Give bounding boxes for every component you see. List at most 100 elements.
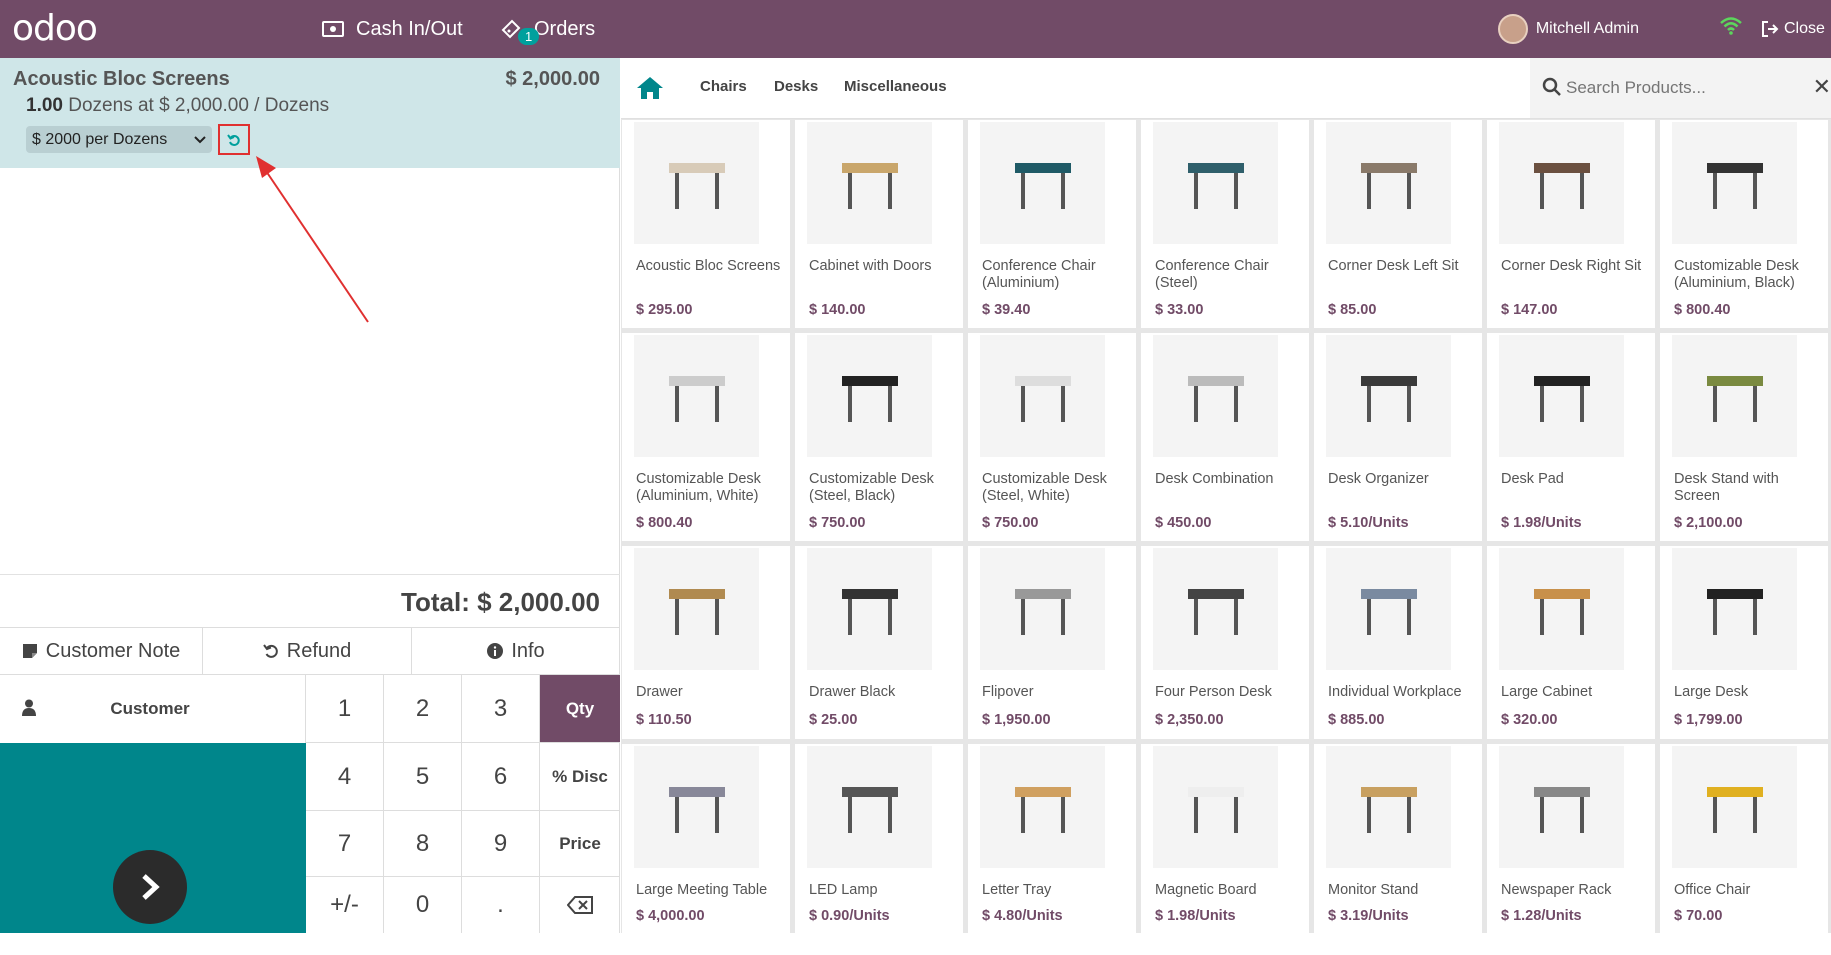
product-name: Large Desk	[1674, 684, 1749, 700]
price-mode-button[interactable]: Price	[540, 811, 620, 877]
close-button[interactable]: Close	[1761, 0, 1831, 58]
product-card[interactable]: Customizable Desk (Aluminium, White) $ 80…	[622, 333, 790, 541]
product-card[interactable]: Customizable Desk (Steel, Black) $ 750.00	[795, 333, 963, 541]
category-chairs[interactable]: Chairs	[700, 78, 747, 95]
product-card[interactable]: Large Meeting Table $ 4,000.00	[622, 744, 790, 933]
home-icon[interactable]	[636, 76, 664, 105]
backspace-button[interactable]	[540, 877, 620, 933]
product-price: $ 750.00	[982, 515, 1039, 531]
order-summary: Total: $ 2,000.00	[0, 574, 620, 627]
info-button[interactable]: Info	[412, 628, 620, 674]
product-price: $ 1.28/Units	[1501, 908, 1582, 924]
desk-icon	[1153, 335, 1278, 457]
product-price: $ 800.40	[636, 515, 693, 531]
category-miscellaneous[interactable]: Miscellaneous	[844, 78, 947, 95]
product-card[interactable]: Conference Chair (Aluminium) $ 39.40	[968, 120, 1136, 328]
product-price: $ 2,100.00	[1674, 515, 1743, 531]
discount-mode-button[interactable]: % Disc	[540, 743, 620, 811]
note-icon	[22, 643, 38, 659]
product-card[interactable]: Monitor Stand $ 3.19/Units	[1314, 744, 1482, 933]
qty-mode-button[interactable]: Qty	[540, 675, 620, 743]
refund-button[interactable]: Refund	[203, 628, 412, 674]
product-card[interactable]: Corner Desk Left Sit $ 85.00	[1314, 120, 1482, 328]
stand-icon	[1326, 746, 1451, 868]
product-price: $ 33.00	[1155, 302, 1204, 318]
undo-icon	[262, 643, 279, 659]
top-bar: odoo Cash In/Out 1 Orders Mitchell Admin…	[0, 0, 1831, 58]
search-input[interactable]	[1566, 72, 1796, 104]
product-card[interactable]: Desk Pad $ 1.98/Units	[1487, 333, 1655, 541]
product-card[interactable]: Office Chair $ 70.00	[1660, 744, 1828, 933]
numpad-key-9[interactable]: 9	[462, 811, 540, 877]
order-line[interactable]: Acoustic Bloc Screens $ 2,000.00 1.00 Do…	[0, 58, 620, 168]
product-card[interactable]: Flipover $ 1,950.00	[968, 546, 1136, 739]
numpad-key-3[interactable]: 3	[462, 675, 540, 743]
pod-icon	[1326, 548, 1451, 670]
category-bar: Chairs Desks Miscellaneous ✕	[621, 58, 1831, 119]
numpad-key-plus-minus[interactable]: +/-	[306, 877, 384, 933]
control-buttons: Customer Note Refund Info	[0, 627, 620, 675]
product-card[interactable]: Large Desk $ 1,799.00	[1660, 546, 1828, 739]
product-card[interactable]: Acoustic Bloc Screens $ 295.00	[622, 120, 790, 328]
desk-icon	[807, 335, 932, 457]
product-card[interactable]: Corner Desk Right Sit $ 147.00	[1487, 120, 1655, 328]
numpad-key-1[interactable]: 1	[306, 675, 384, 743]
pad-icon	[1499, 335, 1624, 457]
user-menu[interactable]: Mitchell Admin	[1497, 0, 1639, 58]
product-card[interactable]: Desk Organizer $ 5.10/Units	[1314, 333, 1482, 541]
numpad-key-decimal[interactable]: .	[462, 877, 540, 933]
numpad-key-0[interactable]: 0	[384, 877, 462, 933]
product-name: Four Person Desk	[1155, 684, 1272, 700]
product-card[interactable]: Desk Stand with Screen $ 2,100.00	[1660, 333, 1828, 541]
product-card[interactable]: Cabinet with Doors $ 140.00	[795, 120, 963, 328]
payment-button[interactable]: Payment	[0, 743, 306, 954]
reset-price-button[interactable]	[218, 124, 250, 155]
product-card[interactable]: Four Person Desk $ 2,350.00	[1141, 546, 1309, 739]
drawer-icon	[807, 548, 932, 670]
info-icon	[487, 643, 504, 659]
organizer-icon	[1326, 335, 1451, 457]
orders-button[interactable]: 1 Orders	[500, 0, 595, 58]
category-desks[interactable]: Desks	[774, 78, 818, 95]
product-card[interactable]: Large Cabinet $ 320.00	[1487, 546, 1655, 739]
cash-in-out-button[interactable]: Cash In/Out	[322, 0, 463, 58]
product-name: Monitor Stand	[1328, 882, 1419, 898]
numpad-key-8[interactable]: 8	[384, 811, 462, 877]
drawer-icon	[634, 548, 759, 670]
order-line-price: $ 2,000.00	[505, 68, 600, 90]
product-price: $ 140.00	[809, 302, 866, 318]
product-card[interactable]: Customizable Desk (Steel, White) $ 750.00	[968, 333, 1136, 541]
product-name: Customizable Desk (Steel, Black)	[809, 471, 934, 504]
product-card[interactable]: Letter Tray $ 4.80/Units	[968, 744, 1136, 933]
order-line-unit-text: Dozens at $ 2,000.00 / Dozens	[68, 95, 330, 116]
product-card[interactable]: Drawer Black $ 25.00	[795, 546, 963, 739]
lamp-icon	[807, 746, 932, 868]
product-card[interactable]: Desk Combination $ 450.00	[1141, 333, 1309, 541]
product-card[interactable]: Customizable Desk (Aluminium, Black) $ 80…	[1660, 120, 1828, 328]
product-card[interactable]: Individual Workplace $ 885.00	[1314, 546, 1482, 739]
numpad-key-4[interactable]: 4	[306, 743, 384, 811]
customer-note-button[interactable]: Customer Note	[0, 628, 203, 674]
product-card[interactable]: Newspaper Rack $ 1.28/Units	[1487, 744, 1655, 933]
product-card[interactable]: Conference Chair (Steel) $ 33.00	[1141, 120, 1309, 328]
product-card[interactable]: Magnetic Board $ 1.98/Units	[1141, 744, 1309, 933]
numpad-key-2[interactable]: 2	[384, 675, 462, 743]
chair-icon	[1153, 122, 1278, 244]
product-card[interactable]: LED Lamp $ 0.90/Units	[795, 744, 963, 933]
odoo-logo: odoo	[12, 8, 98, 49]
payment-label: Payment	[117, 935, 189, 954]
numpad-key-6[interactable]: 6	[462, 743, 540, 811]
desk-icon	[1326, 122, 1451, 244]
customer-button[interactable]: Customer	[0, 675, 306, 743]
clear-search-icon[interactable]: ✕	[1813, 74, 1831, 100]
numpad-key-7[interactable]: 7	[306, 811, 384, 877]
product-card[interactable]: Drawer $ 110.50	[622, 546, 790, 739]
product-price: $ 3.19/Units	[1328, 908, 1409, 924]
product-price: $ 295.00	[636, 302, 693, 318]
numpad-key-5[interactable]: 5	[384, 743, 462, 811]
product-name: Conference Chair (Aluminium)	[982, 258, 1096, 291]
pricelist-select[interactable]: $ 2000 per Dozens	[26, 126, 212, 153]
customer-label: Customer	[110, 699, 190, 718]
chair-icon	[1672, 746, 1797, 868]
wifi-icon	[1719, 16, 1743, 41]
